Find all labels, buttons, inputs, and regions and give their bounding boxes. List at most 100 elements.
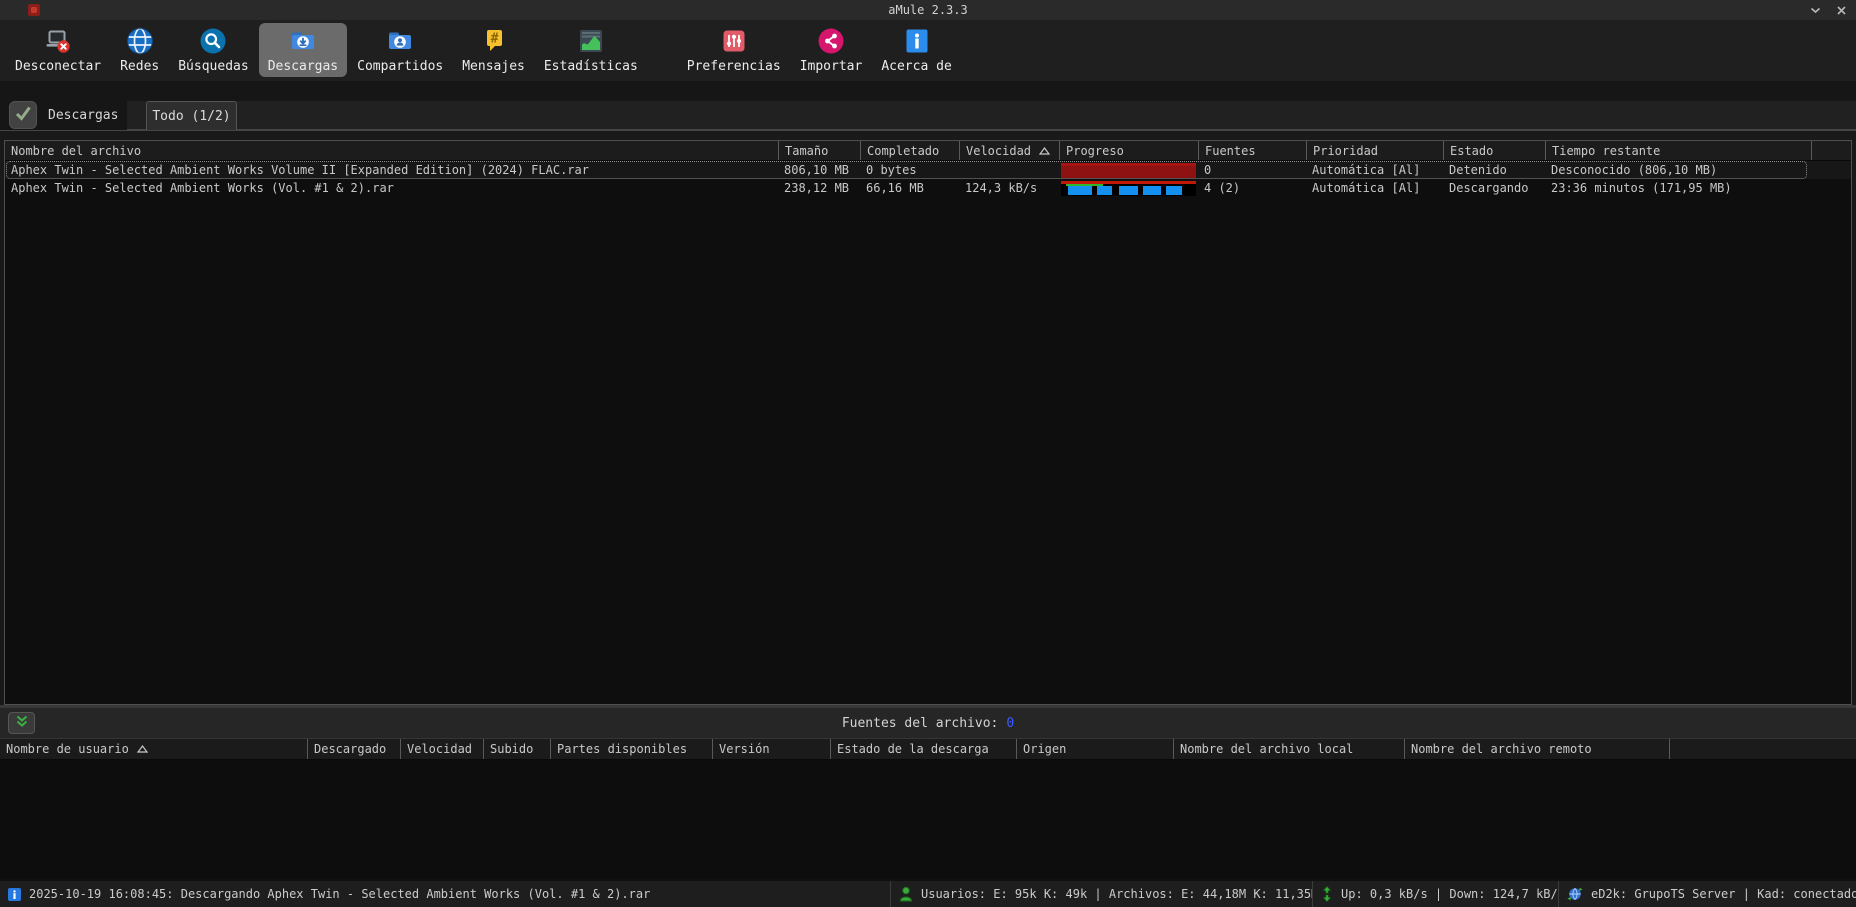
file-sources-bar: Fuentes del archivo: 0 xyxy=(0,708,1856,738)
column-header-completado[interactable]: Completado xyxy=(860,141,959,160)
toolbar-label: Estadísticas xyxy=(544,59,638,74)
sources-count: 0 xyxy=(1006,716,1014,731)
toggle-sources-button[interactable] xyxy=(8,712,35,734)
toolbar-button-preferences[interactable]: Preferencias xyxy=(678,23,790,77)
column-header-descargado[interactable]: Descargado xyxy=(307,739,400,759)
up-down-arrows-icon xyxy=(1321,886,1333,902)
statusbar-users-segment: Usuarios: E: 95k K: 49k | Archivos: E: 4… xyxy=(890,881,1312,907)
sort-ascending-icon xyxy=(1039,147,1050,155)
cell-priority: Automática [Al] xyxy=(1306,179,1443,197)
select-all-checkbox[interactable] xyxy=(9,101,37,129)
progress-bar xyxy=(1061,163,1196,178)
category-tabstrip: Todo (1/2) xyxy=(127,101,1856,130)
download-row[interactable]: Aphex Twin - Selected Ambient Works (Vol… xyxy=(5,179,1851,197)
tab-todo[interactable]: Todo (1/2) xyxy=(146,101,237,130)
column-header-velocidad[interactable]: Velocidad xyxy=(400,739,483,759)
column-header-nombre-del-archivo-remoto[interactable]: Nombre del archivo remoto xyxy=(1404,739,1669,759)
column-header-nombre-del-archivo[interactable]: Nombre del archivo xyxy=(5,141,778,160)
toolbar-button-disconnect[interactable]: Desconectar xyxy=(6,23,110,77)
toolbar-label: Importar xyxy=(800,59,863,74)
column-header-partes-disponibles[interactable]: Partes disponibles xyxy=(550,739,712,759)
toolbar-label: Descargas xyxy=(268,59,338,74)
statusbar-network-segment: eD2k: GrupoTS Server | Kad: conectado xyxy=(1558,881,1856,907)
search-icon xyxy=(197,25,229,57)
preferences-icon xyxy=(718,25,750,57)
column-header-version[interactable]: Versión xyxy=(712,739,830,759)
cell-size: 238,12 MB xyxy=(778,179,860,197)
info-icon xyxy=(8,888,21,901)
import-share-icon xyxy=(815,25,847,57)
column-header-progreso[interactable]: Progreso xyxy=(1059,141,1198,160)
titlebar: aMule 2.3.3 xyxy=(0,0,1856,20)
messages-icon: # xyxy=(478,25,510,57)
cell-progress xyxy=(1059,163,1198,178)
downloads-list-panel: Nombre del archivo Tamaño Completado Vel… xyxy=(0,130,1856,705)
toolbar-button-downloads[interactable]: Descargas xyxy=(259,23,347,77)
statusbar-log-text: 2025-10-19 16:08:45: Descargando Aphex T… xyxy=(29,887,650,901)
downloads-icon xyxy=(287,25,319,57)
cell-remaining: Desconocido (806,10 MB) xyxy=(1545,161,1811,179)
column-header-velocidad[interactable]: Velocidad xyxy=(959,141,1059,160)
cell-remaining: 23:36 minutos (171,95 MB) xyxy=(1545,179,1811,197)
sources-header-row: Nombre de usuario Descargado Velocidad S… xyxy=(0,738,1856,760)
toolbar-label: Acerca de xyxy=(881,59,951,74)
toolbar-label: Compartidos xyxy=(357,59,443,74)
statusbar-transfer-text: Up: 0,3 kB/s | Down: 124,7 kB/s xyxy=(1341,887,1558,901)
column-header-tamano[interactable]: Tamaño xyxy=(778,141,860,160)
users-icon xyxy=(899,886,913,902)
window-title: aMule 2.3.3 xyxy=(888,3,967,17)
cell-speed: 124,3 kB/s xyxy=(959,179,1059,197)
minimize-icon[interactable] xyxy=(1808,3,1822,17)
sort-ascending-icon xyxy=(137,745,148,753)
svg-text:#: # xyxy=(490,32,498,47)
column-header-prioridad[interactable]: Prioridad xyxy=(1306,141,1443,160)
column-header-tiempo-restante[interactable]: Tiempo restante xyxy=(1545,141,1811,160)
sources-list-empty xyxy=(0,760,1856,879)
cell-sources: 4 (2) xyxy=(1198,179,1306,197)
close-icon[interactable] xyxy=(1834,3,1848,17)
sources-bar-label: Fuentes del archivo: xyxy=(842,716,999,731)
toolbar-button-import[interactable]: Importar xyxy=(791,23,872,77)
tab-todo-label: Todo (1/2) xyxy=(152,109,230,124)
column-header-nombre-del-archivo-local[interactable]: Nombre del archivo local xyxy=(1173,739,1404,759)
toolbar-button-networks[interactable]: Redes xyxy=(111,23,168,77)
cell-speed xyxy=(959,161,1059,179)
toolbar-button-statistics[interactable]: Estadísticas xyxy=(535,23,647,77)
cell-filename: Aphex Twin - Selected Ambient Works (Vol… xyxy=(5,179,778,197)
cell-size: 806,10 MB xyxy=(778,161,860,179)
toolbar-label: Desconectar xyxy=(15,59,101,74)
double-chevron-down-icon xyxy=(15,715,29,731)
toolbar-button-shared[interactable]: Compartidos xyxy=(348,23,452,77)
toolbar-button-about[interactable]: Acerca de xyxy=(872,23,960,77)
toolbar-label: Preferencias xyxy=(687,59,781,74)
cell-progress xyxy=(1059,181,1198,196)
toolbar-button-searches[interactable]: Búsquedas xyxy=(169,23,257,77)
statistics-icon xyxy=(575,25,607,57)
column-header-subido[interactable]: Subido xyxy=(483,739,550,759)
networks-icon xyxy=(124,25,156,57)
statusbar-transfer-segment: Up: 0,3 kB/s | Down: 124,7 kB/s xyxy=(1312,881,1558,907)
toolbar-label: Búsquedas xyxy=(178,59,248,74)
column-header-origen[interactable]: Origen xyxy=(1016,739,1173,759)
cell-filename: Aphex Twin - Selected Ambient Works Volu… xyxy=(5,161,778,179)
column-header-estado-de-la-descarga[interactable]: Estado de la descarga xyxy=(830,739,1016,759)
cell-status: Descargando xyxy=(1443,179,1545,197)
statusbar-network-text: eD2k: GrupoTS Server | Kad: conectado xyxy=(1591,887,1856,901)
shared-folder-icon xyxy=(384,25,416,57)
toolbar-label: Mensajes xyxy=(462,59,525,74)
column-header-empty xyxy=(1811,141,1851,160)
cell-completed: 66,16 MB xyxy=(860,179,959,197)
cell-priority: Automática [Al] xyxy=(1306,161,1443,179)
column-header-fuentes[interactable]: Fuentes xyxy=(1198,141,1306,160)
window-controls xyxy=(1808,0,1848,20)
statusbar-users-text: Usuarios: E: 95k K: 49k | Archivos: E: 4… xyxy=(921,887,1312,901)
downloads-tab-row: Descargas (2) Todo (1/2) xyxy=(0,82,1856,130)
download-row[interactable]: Aphex Twin - Selected Ambient Works Volu… xyxy=(5,161,1851,179)
downloads-header-row: Nombre del archivo Tamaño Completado Vel… xyxy=(5,141,1851,161)
toolbar-button-messages[interactable]: # Mensajes xyxy=(453,23,534,77)
column-header-estado[interactable]: Estado xyxy=(1443,141,1545,160)
column-header-nombre-de-usuario[interactable]: Nombre de usuario xyxy=(0,739,307,759)
column-header-empty xyxy=(1669,739,1856,759)
about-info-icon xyxy=(901,25,933,57)
toolbar: Desconectar Redes Búsquedas xyxy=(0,20,1856,82)
